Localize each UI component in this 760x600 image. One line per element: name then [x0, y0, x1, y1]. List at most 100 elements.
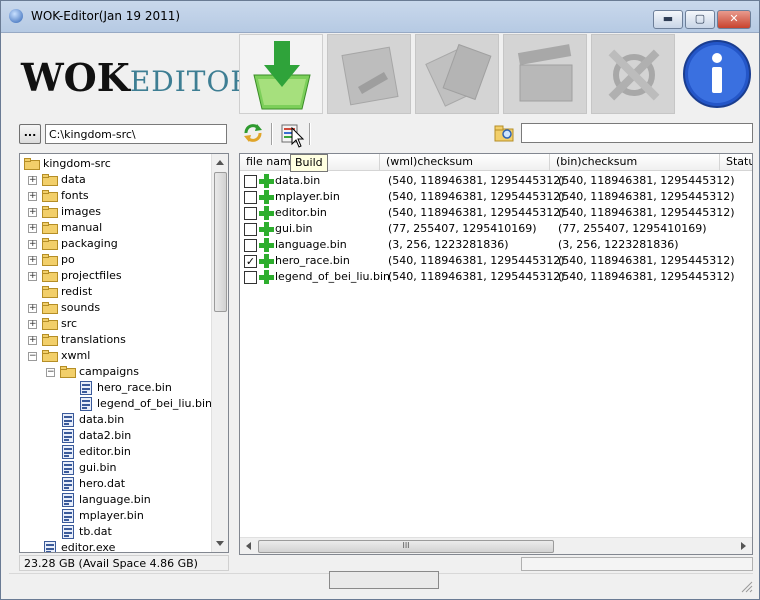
tree-file-item[interactable]: language.bin	[20, 492, 210, 508]
list-item[interactable]: legend_of_bei_liu.bin (540, 118946381, 12…	[240, 269, 752, 285]
tree-scroll-thumb[interactable]	[214, 172, 227, 312]
row-checkbox[interactable]	[244, 191, 257, 204]
tree-file-item[interactable]: editor.bin	[20, 444, 210, 460]
resize-grip-icon[interactable]	[739, 579, 753, 593]
tree-file-item[interactable]: legend_of_bei_liu.bin	[20, 396, 212, 412]
tree-folder-item[interactable]: kingdom-src	[20, 156, 210, 172]
expand-icon[interactable]: +	[28, 256, 37, 265]
settings-tile[interactable]	[591, 34, 675, 114]
column-header-bin-checksum[interactable]: (bin)checksum	[550, 154, 720, 171]
list-horizontal-scrollbar[interactable]: III	[240, 537, 752, 554]
maximize-button[interactable]: ▢	[685, 10, 715, 29]
tree-folder-item[interactable]: + images	[20, 204, 210, 220]
scroll-left-arrow-icon[interactable]	[246, 542, 251, 550]
list-item[interactable]: ✓ hero_race.bin (540, 118946381, 129544531…	[240, 253, 752, 269]
list-item[interactable]: mplayer.bin (540, 118946381, 1295445312)(…	[240, 189, 752, 205]
collapse-icon[interactable]: −	[28, 352, 37, 361]
expand-icon[interactable]: +	[28, 192, 37, 201]
tree-item-label: redist	[61, 285, 93, 298]
cell-bin-checksum: (77, 255407, 1295410169)	[558, 222, 707, 235]
tree-file-item[interactable]: hero_race.bin	[20, 380, 210, 396]
path-field[interactable]	[45, 124, 227, 144]
wrench-settings-icon	[608, 49, 660, 101]
binary-file-icon	[62, 477, 74, 491]
row-checkbox[interactable]	[244, 239, 257, 252]
list-item[interactable]: editor.bin (540, 118946381, 1295445312) (5…	[240, 205, 752, 221]
folder-tree[interactable]: kingdom-src + data + fonts + images + manual + pac…	[19, 153, 229, 553]
tree-item-label: tb.dat	[79, 525, 112, 538]
expand-icon[interactable]: +	[28, 208, 37, 217]
binary-file-icon	[80, 381, 92, 395]
expand-icon[interactable]: +	[28, 240, 37, 249]
expand-icon[interactable]: +	[28, 176, 37, 185]
tree-file-item[interactable]: hero.dat	[20, 476, 210, 492]
tree-file-item[interactable]: mplayer.bin	[20, 508, 210, 524]
tree-file-item[interactable]: editor.exe	[20, 540, 210, 552]
column-header-status[interactable]: Statu	[720, 154, 752, 171]
folder-icon	[42, 254, 58, 266]
add-plus-icon	[259, 206, 274, 220]
expand-icon[interactable]: +	[28, 320, 37, 329]
folder-icon	[42, 270, 58, 282]
tree-item-label: hero.dat	[79, 477, 126, 490]
tree-folder-item[interactable]: + manual	[20, 220, 210, 236]
folder-icon	[42, 302, 58, 314]
install-tile[interactable]	[239, 34, 323, 114]
expand-icon[interactable]: +	[28, 336, 37, 345]
folder-icon	[42, 206, 58, 218]
tree-file-item[interactable]: data.bin	[20, 412, 210, 428]
list-item[interactable]: gui.bin (77, 255407, 1295410169) (77, 2554…	[240, 221, 752, 237]
cards-tile[interactable]	[415, 34, 499, 114]
close-button[interactable]: ✕	[717, 10, 751, 29]
tree-vertical-scrollbar[interactable]	[211, 154, 228, 552]
expand-icon[interactable]: +	[28, 304, 37, 313]
tree-folder-item[interactable]: + fonts	[20, 188, 210, 204]
tree-folder-item[interactable]: + translations	[20, 332, 210, 348]
list-item[interactable]: data.bin (540, 118946381, 1295445312) (540…	[240, 173, 752, 189]
search-field[interactable]	[521, 123, 753, 143]
cell-bin-checksum: (3, 256, 1223281836)	[558, 238, 679, 251]
minimize-button[interactable]: ▬	[653, 10, 683, 29]
tree-folder-item[interactable]: − xwml	[20, 348, 210, 364]
movie-tile[interactable]	[503, 34, 587, 114]
list-item[interactable]: language.bin (3, 256, 1223281836) (3, 256,…	[240, 237, 752, 253]
folder-search-icon[interactable]	[493, 121, 517, 145]
tree-folder-item[interactable]: − campaigns	[20, 364, 210, 380]
folder-icon	[42, 350, 58, 362]
collapse-icon[interactable]: −	[46, 368, 55, 377]
tree-folder-item[interactable]: + src	[20, 316, 210, 332]
file-list[interactable]: file name (wml)checksum (bin)checksum St…	[239, 153, 753, 555]
tree-folder-item[interactable]: redist	[20, 284, 210, 300]
edit-tile[interactable]	[327, 34, 411, 114]
list-scroll-thumb[interactable]: III	[258, 540, 554, 553]
row-checkbox[interactable]	[244, 223, 257, 236]
scroll-right-arrow-icon[interactable]	[741, 542, 746, 550]
tree-folder-item[interactable]: + projectfiles	[20, 268, 210, 284]
cell-wml-checksum: (77, 255407, 1295410169)	[388, 222, 537, 235]
scroll-down-arrow-icon[interactable]	[216, 541, 224, 546]
info-tile[interactable]	[679, 34, 753, 114]
tree-file-item[interactable]: data2.bin	[20, 428, 210, 444]
app-logo: WOKEDITOR	[21, 55, 253, 100]
tree-folder-item[interactable]: + sounds	[20, 300, 210, 316]
scroll-up-arrow-icon[interactable]	[216, 160, 224, 165]
tree-folder-item[interactable]: + po	[20, 252, 210, 268]
browse-button[interactable]: ...	[19, 124, 41, 144]
tree-folder-item[interactable]: + data	[20, 172, 210, 188]
refresh-icon[interactable]	[241, 121, 265, 145]
row-checkbox[interactable]	[244, 207, 257, 220]
tree-folder-item[interactable]: + packaging	[20, 236, 210, 252]
expand-icon[interactable]: +	[28, 224, 37, 233]
title-bar[interactable]: WOK-Editor(Jan 19 2011) ▬ ▢ ✕	[1, 1, 759, 33]
row-checkbox[interactable]: ✓	[244, 255, 257, 268]
row-checkbox[interactable]	[244, 175, 257, 188]
cell-wml-checksum: (540, 118946381, 1295445312)	[388, 206, 565, 219]
add-plus-icon	[259, 270, 274, 284]
expand-icon[interactable]: +	[28, 272, 37, 281]
column-header-wml-checksum[interactable]: (wml)checksum	[380, 154, 550, 171]
tree-file-item[interactable]: tb.dat	[20, 524, 210, 540]
folder-icon	[24, 158, 40, 170]
row-checkbox[interactable]	[244, 271, 257, 284]
cell-bin-checksum: (540, 118946381, 1295445312)	[558, 270, 735, 283]
tree-file-item[interactable]: gui.bin	[20, 460, 210, 476]
